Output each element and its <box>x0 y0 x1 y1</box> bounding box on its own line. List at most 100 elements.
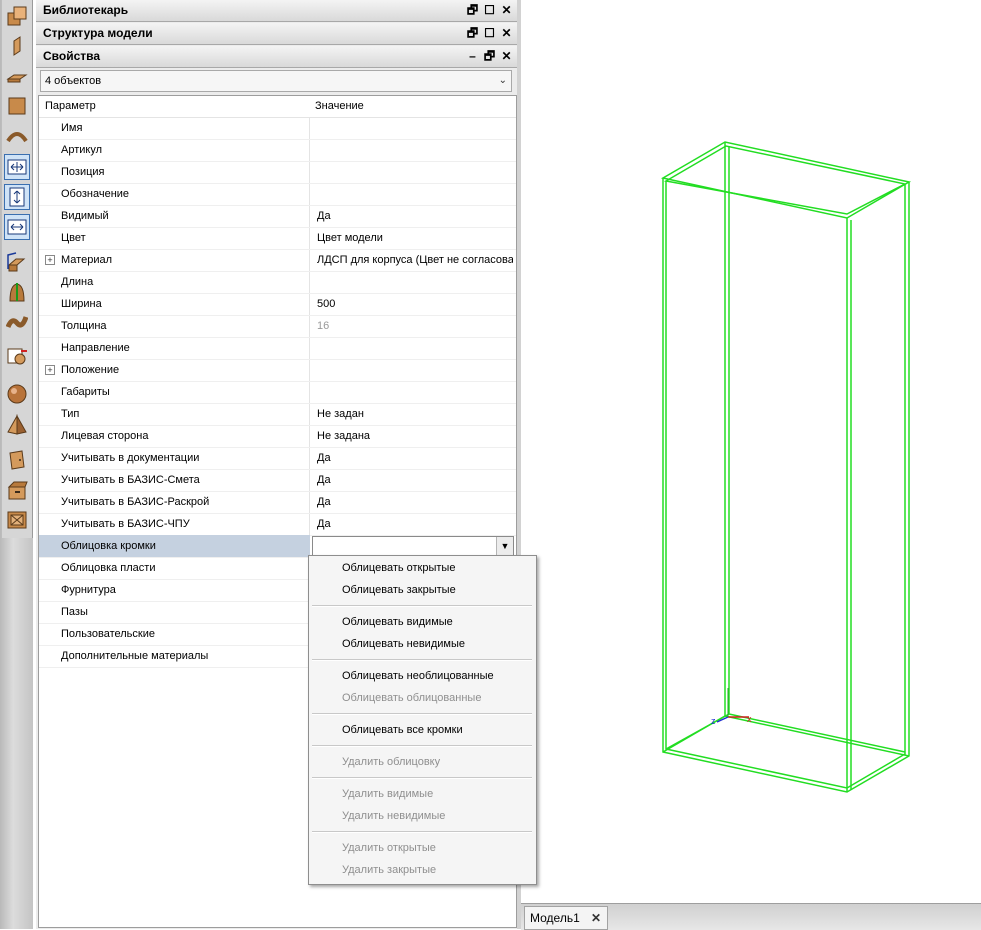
property-row[interactable]: Обозначение <box>39 183 516 206</box>
panel-tool-icon[interactable] <box>5 4 29 28</box>
close-icon[interactable]: ✕ <box>500 0 513 21</box>
property-name: Облицовка пласти <box>61 562 156 574</box>
property-row[interactable]: Видимый Да <box>39 205 516 228</box>
chevron-down-icon[interactable]: ⌄ <box>499 71 507 91</box>
menu-separator <box>312 713 532 715</box>
expand-icon[interactable]: + <box>45 255 55 265</box>
3d-viewport[interactable]: x z <box>521 0 981 903</box>
menu-separator <box>312 745 532 747</box>
property-name: Лицевая сторона <box>61 430 149 442</box>
property-value[interactable]: Не задан <box>317 403 513 425</box>
property-row[interactable]: Длина <box>39 271 516 294</box>
vertical-panel-icon[interactable] <box>5 34 29 58</box>
maximize-icon[interactable]: ☐ <box>483 23 496 44</box>
restore-icon[interactable]: 🗗 <box>483 46 496 67</box>
property-name: Имя <box>61 122 83 134</box>
tab-model1[interactable]: Модель1 ✕ <box>524 906 608 930</box>
property-name: Фурнитура <box>61 584 116 596</box>
property-name: Тип <box>61 408 80 420</box>
property-row[interactable]: Учитывать в документации Да <box>39 447 516 470</box>
property-row[interactable]: + Материал ЛДСП для корпуса (Цвет не согла… <box>39 249 516 272</box>
property-row[interactable]: Артикул <box>39 139 516 162</box>
drawer-icon[interactable] <box>5 478 29 502</box>
minimize-icon[interactable]: – <box>466 46 479 67</box>
value-column-header: Значение <box>315 100 364 112</box>
fit-horizontal-icon[interactable] <box>4 214 30 240</box>
property-name: Облицовка кромки <box>39 535 310 557</box>
profile-extrude-icon[interactable] <box>5 250 29 274</box>
library-panel-header[interactable]: Библиотекарь 🗗 ☐ ✕ <box>36 0 517 22</box>
menu-item[interactable]: Облицевать необлицованные <box>342 666 494 686</box>
menu-item-disabled: Удалить закрытые <box>342 864 437 876</box>
property-row[interactable]: Имя <box>39 117 516 140</box>
kinematic-body-icon[interactable] <box>5 310 29 334</box>
property-name: Дополнительные материалы <box>61 650 209 662</box>
property-value[interactable]: Да <box>317 447 513 469</box>
pyramid-icon[interactable] <box>5 413 29 437</box>
property-name: Артикул <box>61 144 103 156</box>
property-row[interactable]: Лицевая сторона Не задана <box>39 425 516 448</box>
property-row[interactable]: Учитывать в БАЗИС-Раскрой Да <box>39 491 516 514</box>
curved-panel-icon[interactable] <box>5 124 29 148</box>
menu-separator <box>312 605 532 607</box>
object-selector[interactable]: 4 объектов ⌄ <box>40 70 512 92</box>
close-icon[interactable]: ✕ <box>591 907 601 929</box>
horizontal-panel-icon[interactable] <box>5 64 29 88</box>
property-name: Материал <box>61 254 112 266</box>
property-row[interactable]: + Положение <box>39 359 516 382</box>
menu-separator <box>312 831 532 833</box>
property-value[interactable]: Да <box>317 513 513 535</box>
library-panel-title: Библиотекарь <box>43 3 129 17</box>
close-icon[interactable]: ✕ <box>500 23 513 44</box>
grid-header: Параметр Значение <box>39 96 516 118</box>
menu-item[interactable]: Облицевать невидимые <box>342 634 465 654</box>
property-value[interactable]: 500 <box>317 293 513 315</box>
fit-both-icon[interactable] <box>4 154 30 180</box>
front-panel-icon[interactable] <box>5 94 29 118</box>
fit-vertical-icon[interactable] <box>4 184 30 210</box>
property-row[interactable]: Тип Не задан <box>39 403 516 426</box>
menu-item[interactable]: Облицевать закрытые <box>342 580 456 600</box>
cut-panel-icon[interactable] <box>5 344 29 368</box>
restore-icon[interactable]: 🗗 <box>466 23 479 44</box>
property-row[interactable]: Ширина 500 <box>39 293 516 316</box>
expand-icon[interactable]: + <box>45 365 55 375</box>
frame-facade-icon[interactable] <box>5 508 29 532</box>
object-selector-value: 4 объектов <box>45 75 102 87</box>
property-name: Видимый <box>61 210 109 222</box>
properties-panel-header[interactable]: Свойства – 🗗 ✕ <box>36 46 517 68</box>
sphere-icon[interactable] <box>5 382 29 406</box>
property-value[interactable]: Цвет модели <box>317 227 513 249</box>
property-name: Длина <box>61 276 94 288</box>
wireframe-model[interactable]: x z <box>521 0 981 903</box>
close-icon[interactable]: ✕ <box>500 46 513 67</box>
model-tree-panel-header[interactable]: Структура модели 🗗 ☐ ✕ <box>36 23 517 45</box>
menu-item[interactable]: Облицевать видимые <box>342 612 453 632</box>
restore-icon[interactable]: 🗗 <box>466 0 479 21</box>
properties-panel-title: Свойства <box>43 49 101 63</box>
model-tree-panel-title: Структура модели <box>43 26 153 40</box>
property-name: Направление <box>61 342 130 354</box>
chevron-down-icon[interactable]: ▼ <box>496 537 513 555</box>
property-row[interactable]: Позиция <box>39 161 516 184</box>
door-icon[interactable] <box>5 448 29 472</box>
property-value[interactable]: Да <box>317 205 513 227</box>
property-name: Толщина <box>61 320 107 332</box>
property-value[interactable]: ЛДСП для корпуса (Цвет не согласова <box>317 249 513 271</box>
menu-item[interactable]: Облицевать все кромки <box>342 720 463 740</box>
property-row[interactable]: Направление <box>39 337 516 360</box>
property-row[interactable]: Толщина 16 <box>39 315 516 338</box>
menu-item-disabled: Удалить видимые <box>342 788 434 800</box>
menu-item[interactable]: Облицевать открытые <box>342 558 455 578</box>
property-name: Пазы <box>61 606 88 618</box>
edge-cladding-combobox[interactable]: ▼ <box>312 536 514 556</box>
property-row[interactable]: Габариты <box>39 381 516 404</box>
property-value[interactable]: Да <box>317 469 513 491</box>
maximize-icon[interactable]: ☐ <box>483 0 496 21</box>
property-row[interactable]: Цвет Цвет модели <box>39 227 516 250</box>
property-value[interactable]: Да <box>317 491 513 513</box>
rotation-body-icon[interactable] <box>5 280 29 304</box>
property-value[interactable]: Не задана <box>317 425 513 447</box>
property-row[interactable]: Учитывать в БАЗИС-Смета Да <box>39 469 516 492</box>
property-row[interactable]: Учитывать в БАЗИС-ЧПУ Да <box>39 513 516 536</box>
